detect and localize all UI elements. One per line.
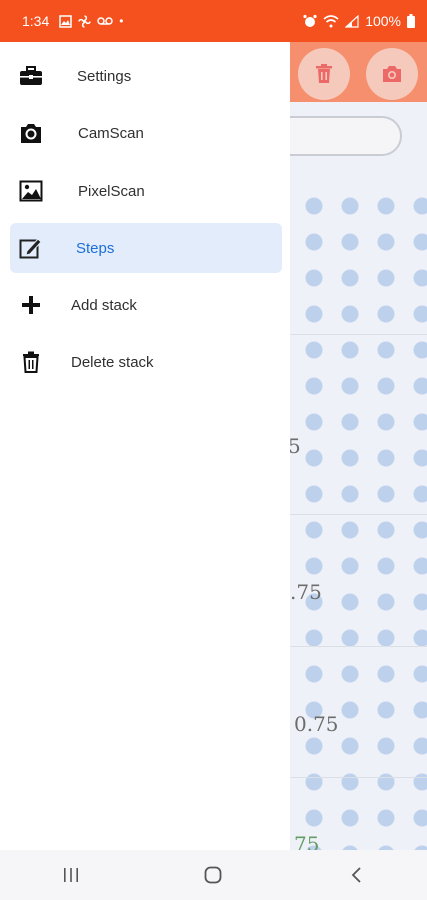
menu-item-delete-stack[interactable]: Delete stack	[10, 337, 282, 387]
menu-item-label: CamScan	[78, 124, 144, 142]
home-button[interactable]	[183, 855, 243, 895]
briefcase-icon	[18, 63, 44, 89]
menu-item-steps[interactable]: Steps	[10, 223, 282, 273]
dot-icon: •	[119, 14, 124, 28]
fan-notification-icon	[78, 14, 91, 28]
menu-item-label: Settings	[77, 67, 132, 85]
edit-icon	[18, 235, 44, 261]
gallery-notification-icon	[59, 14, 72, 28]
recents-icon	[64, 868, 79, 882]
menu-item-settings[interactable]: Settings	[10, 51, 282, 101]
menu-item-label: PixelScan	[78, 182, 145, 200]
status-time: 1:34	[22, 13, 50, 29]
scrim[interactable]	[290, 42, 427, 850]
wifi-icon	[323, 14, 339, 27]
battery-icon	[407, 14, 415, 28]
image-icon	[18, 178, 44, 204]
home-icon	[205, 866, 222, 884]
voicemail-icon	[97, 17, 113, 25]
menu-item-add-stack[interactable]: Add stack	[10, 280, 282, 330]
battery-percent: 100%	[365, 13, 401, 29]
background-app: 5 .75 0.75 75	[290, 42, 427, 850]
menu-item-label: Steps	[76, 239, 115, 257]
menu-item-pixelscan[interactable]: PixelScan	[10, 166, 282, 216]
back-button[interactable]	[326, 855, 386, 895]
signal-icon	[345, 14, 359, 28]
recent-apps-button[interactable]	[41, 855, 101, 895]
plus-icon	[18, 292, 44, 318]
menu-item-label: Add stack	[71, 296, 137, 314]
navigation-drawer: Settings CamScan PixelScan Steps Add sta…	[0, 42, 290, 850]
system-nav-bar	[0, 850, 427, 900]
back-icon	[351, 867, 361, 883]
trash-icon	[18, 349, 44, 375]
camera-icon	[18, 120, 44, 146]
status-notification-icons: •	[59, 14, 123, 28]
menu-item-label: Delete stack	[71, 353, 154, 371]
menu-item-camscan[interactable]: CamScan	[10, 108, 282, 158]
status-bar: 1:34 • 100%	[0, 0, 427, 42]
alarm-icon	[303, 14, 317, 27]
